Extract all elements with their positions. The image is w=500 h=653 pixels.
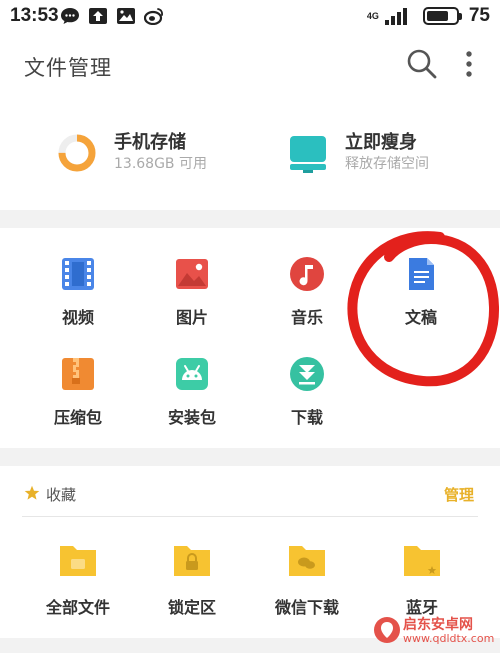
favorite-wechat[interactable]: 微信下载: [247, 542, 367, 622]
archive-icon: [62, 358, 94, 390]
battery-icon: [422, 7, 462, 25]
folder-star-icon: [404, 546, 440, 576]
favorites-title: 收藏: [46, 486, 77, 504]
favorite-bluetooth[interactable]: 蓝牙: [362, 542, 482, 622]
image-icon: [117, 8, 135, 24]
chat-icon: [61, 8, 79, 24]
category-archive[interactable]: 压缩包: [23, 356, 133, 436]
music-icon: [290, 257, 324, 291]
divider: [22, 516, 478, 517]
category-label: 图片: [175, 308, 208, 327]
status-bar: 13:53 4G 75: [0, 0, 500, 32]
folder-image-icon: [60, 546, 96, 576]
storage-ring-icon: [58, 134, 96, 172]
phone-storage-subtitle: 13.68GB 可用: [114, 156, 207, 172]
page-title: 文件管理: [24, 56, 112, 80]
favorite-locked[interactable]: 锁定区: [132, 542, 252, 622]
upload-icon: [89, 8, 107, 24]
clean-card[interactable]: 立即瘦身 释放存储空间: [287, 126, 487, 176]
app-header: 文件管理 手机存储 13.68GB 可用 立即瘦身 释放存储空间: [0, 32, 500, 210]
watermark-url: www.qdldtx.com: [403, 632, 495, 645]
category-label: 视频: [61, 308, 94, 327]
status-time: 13:53: [10, 5, 59, 26]
category-apk[interactable]: 安装包: [137, 356, 247, 436]
picture-icon: [176, 259, 208, 289]
favorite-all-files[interactable]: 全部文件: [18, 542, 138, 622]
android-icon: [176, 358, 208, 390]
battery-percent: 75: [468, 5, 490, 26]
favorite-label: 全部文件: [45, 598, 110, 617]
weibo-icon: [144, 8, 163, 25]
category-label: 压缩包: [53, 408, 102, 427]
network-type: 4G: [366, 11, 379, 21]
clean-subtitle: 释放存储空间: [345, 156, 429, 172]
annotation-circle: [347, 231, 500, 387]
category-video[interactable]: 视频: [23, 256, 133, 336]
phone-storage-title: 手机存储: [114, 132, 186, 153]
star-icon: [24, 485, 40, 500]
manage-button[interactable]: 管理: [444, 484, 474, 505]
watermark-logo: [374, 617, 400, 643]
phone-storage-card[interactable]: 手机存储 13.68GB 可用: [56, 126, 246, 176]
clean-title: 立即瘦身: [345, 132, 417, 153]
watermark: 启东安卓网 www.qdldtx.com: [373, 612, 498, 652]
category-label: 下载: [290, 408, 323, 427]
more-vertical-icon[interactable]: [460, 48, 478, 80]
signal-icon: [384, 8, 407, 25]
video-icon: [62, 258, 94, 290]
folder-lock-icon: [174, 546, 210, 576]
download-icon: [290, 357, 324, 391]
favorite-label: 微信下载: [274, 598, 339, 617]
category-picture[interactable]: 图片: [137, 256, 247, 336]
category-label: 安装包: [167, 408, 216, 427]
clean-icon: [290, 136, 326, 173]
search-icon[interactable]: [406, 48, 438, 80]
watermark-text: 启东安卓网: [403, 617, 473, 633]
battery-fill: [426, 11, 448, 21]
folder-wechat-icon: [289, 546, 325, 576]
favorite-label: 锁定区: [167, 598, 216, 617]
